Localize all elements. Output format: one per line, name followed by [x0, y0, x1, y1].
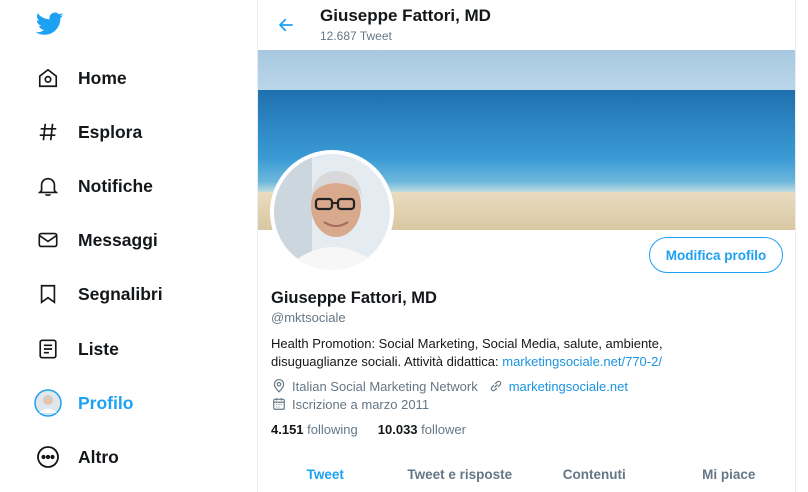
link-icon [488, 378, 504, 394]
tab-tweets[interactable]: Tweet [258, 456, 393, 492]
sidebar-item-label: Home [78, 67, 127, 88]
following-label: following [307, 422, 358, 437]
sidebar-item-notifications[interactable]: Notifiche [30, 166, 167, 206]
sidebar-item-more[interactable]: Altro [30, 437, 133, 477]
back-arrow-icon[interactable] [274, 13, 298, 37]
sidebar-item-home[interactable]: Home [30, 58, 141, 98]
profile-joined-date: Iscrizione a marzo 2011 [292, 396, 430, 412]
sidebar-item-label: Profilo [78, 392, 134, 413]
sidebar-item-label: Segnalibri [78, 283, 163, 304]
following-stat[interactable]: 4.151 following [271, 422, 358, 437]
sidebar-item-bookmarks[interactable]: Segnalibri [30, 274, 177, 314]
profile-joined-row: Iscrizione a marzo 2011 [271, 396, 429, 412]
profile-name: Giuseppe Fattori, MD [271, 289, 437, 307]
sidebar: Home Esplora Notifiche Messaggi Segnalib… [0, 0, 258, 492]
sidebar-item-lists[interactable]: Liste [30, 329, 133, 369]
sidebar-item-label: Esplora [78, 121, 143, 142]
envelope-icon [30, 222, 66, 258]
tab-tweets-and-replies[interactable]: Tweet e risposte [393, 456, 528, 492]
profile-meta-row: Italian Social Marketing Network marketi… [271, 378, 628, 394]
followers-count: 10.033 [377, 422, 418, 437]
profile-bio: Health Promotion: Social Marketing, Soci… [271, 335, 741, 371]
following-count: 4.151 [271, 422, 304, 437]
sidebar-item-label: Notifiche [78, 175, 153, 196]
profile-avatar[interactable] [270, 150, 394, 274]
profile-handle: @mktsociale [271, 310, 346, 325]
sidebar-item-label: Liste [78, 338, 119, 359]
tweet-count: 12.687 Tweet [320, 29, 392, 43]
profile-website-link[interactable]: marketingsociale.net [509, 379, 628, 394]
location-pin-icon [271, 378, 287, 394]
page-title: Giuseppe Fattori, MD [320, 6, 491, 25]
sidebar-item-label: Altro [78, 446, 119, 467]
bookmark-icon [30, 276, 66, 312]
sidebar-item-messages[interactable]: Messaggi [30, 220, 172, 260]
bio-link[interactable]: marketingsociale.net/770-2/ [502, 354, 662, 369]
follow-stats: 4.151 following 10.033 follower [271, 422, 486, 437]
bell-icon [30, 168, 66, 204]
home-icon [30, 60, 66, 96]
hashtag-icon [30, 114, 66, 150]
followers-stat[interactable]: 10.033 follower [378, 422, 466, 437]
profile-header: Giuseppe Fattori, MD 12.687 Tweet [258, 0, 795, 50]
tab-likes[interactable]: Mi piace [662, 456, 796, 492]
tab-media[interactable]: Contenuti [527, 456, 662, 492]
edit-profile-button[interactable]: Modifica profilo [649, 237, 783, 273]
profile-location: Italian Social Marketing Network [292, 378, 478, 394]
list-icon [30, 331, 66, 367]
calendar-icon [271, 396, 287, 412]
profile-tabs: Tweet Tweet e risposte Contenuti Mi piac… [258, 456, 796, 492]
sidebar-item-label: Messaggi [78, 229, 158, 250]
followers-label: follower [421, 422, 466, 437]
more-icon [30, 439, 66, 475]
banner-sky [258, 50, 795, 92]
profile-column: Giuseppe Fattori, MD 12.687 Tweet Modifi… [258, 0, 796, 492]
avatar-icon [30, 385, 66, 421]
sidebar-item-explore[interactable]: Esplora [30, 112, 156, 152]
twitter-logo-icon[interactable] [35, 12, 64, 36]
sidebar-item-profile[interactable]: Profilo [30, 383, 147, 423]
